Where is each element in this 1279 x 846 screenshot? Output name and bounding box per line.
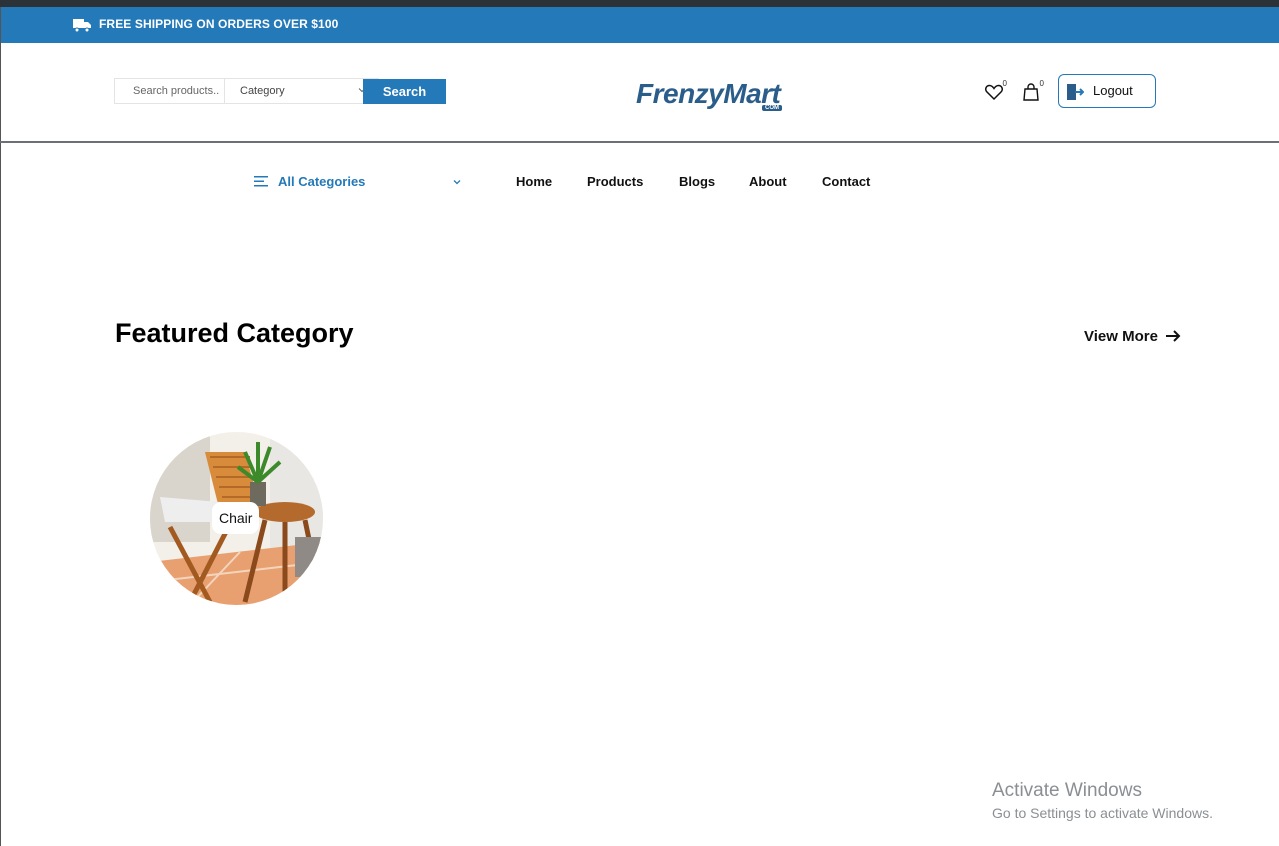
shopping-bag-icon (1023, 83, 1039, 101)
window-top-strip (0, 0, 1279, 7)
heart-icon (985, 84, 1003, 101)
view-more-label: View More (1084, 328, 1158, 345)
nav-link-about[interactable]: About (749, 174, 787, 189)
view-more-link[interactable]: View More (1084, 328, 1181, 346)
nav-link-contact[interactable]: Contact (822, 174, 870, 189)
nav-link-blogs[interactable]: Blogs (679, 174, 715, 189)
watermark-title: Activate Windows (992, 780, 1142, 801)
menu-icon (254, 176, 268, 187)
promo-bar: FREE SHIPPING ON ORDERS OVER $100 (0, 7, 1279, 43)
logo[interactable]: FrenzyMart COM (636, 78, 801, 118)
section-title: Featured Category (115, 318, 354, 348)
nav-link-products[interactable]: Products (587, 174, 643, 189)
cart-button[interactable]: 0 (1021, 79, 1044, 102)
logo-text: FrenzyMart (636, 78, 781, 109)
logo-subtext: COM (762, 105, 782, 111)
arrow-right-icon (1166, 330, 1181, 342)
wishlist-button[interactable]: 0 (984, 79, 1007, 102)
search-button[interactable]: Search (363, 79, 446, 104)
logout-button[interactable]: Logout (1058, 74, 1156, 108)
logout-icon (1067, 84, 1084, 100)
activate-windows-watermark: Activate Windows Go to Settings to activ… (992, 780, 1213, 821)
wishlist-count: 0 (1002, 79, 1007, 88)
header-divider (0, 141, 1279, 143)
window-left-edge (0, 7, 1, 846)
truck-icon (73, 19, 91, 33)
logout-label: Logout (1093, 83, 1133, 98)
all-categories-dropdown[interactable]: All Categories (254, 173, 464, 191)
promo-text: FREE SHIPPING ON ORDERS OVER $100 (99, 17, 339, 31)
watermark-subtitle: Go to Settings to activate Windows. (992, 805, 1213, 821)
all-categories-label: All Categories (278, 174, 366, 189)
nav-link-home[interactable]: Home (516, 174, 552, 189)
cart-count: 0 (1039, 79, 1044, 88)
category-select-value: Category (240, 85, 285, 97)
category-label: Chair (212, 502, 260, 534)
category-select[interactable]: Category (224, 78, 379, 104)
category-card-chair[interactable]: Chair (150, 432, 323, 605)
chevron-down-icon (453, 180, 461, 185)
